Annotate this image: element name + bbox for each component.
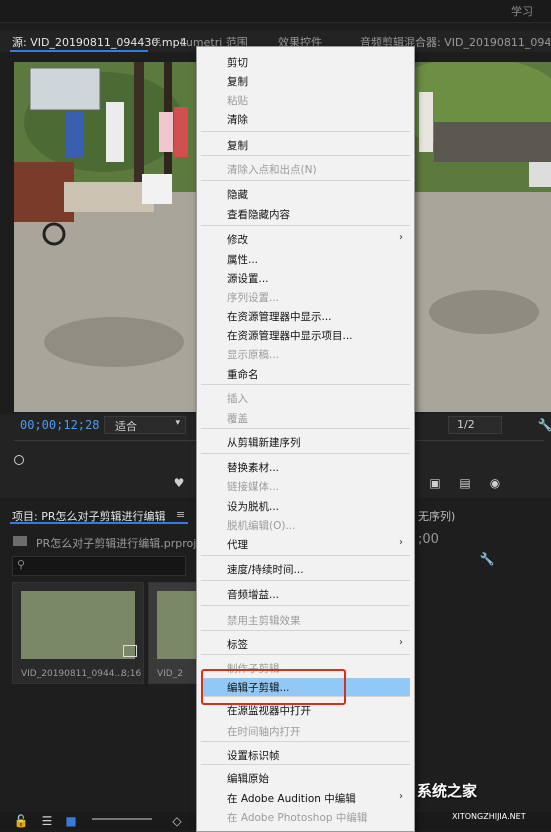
clip-name-2: VID_2 [157, 669, 183, 679]
menu-separator [201, 155, 410, 156]
clip-thumbnail-1[interactable]: VID_20190811_0944... 8;16 [12, 582, 144, 684]
menu-item-1[interactable]: 复制 [227, 74, 248, 89]
chevron-right-icon: › [399, 791, 403, 802]
watermark-logo-text: 系统之家 [417, 782, 478, 800]
project-search-input[interactable]: ⚲ [12, 556, 186, 576]
menu-separator [201, 384, 410, 385]
wrench-icon-timeline[interactable]: 🔧 [478, 552, 496, 566]
lock-icon[interactable]: 🔓 [12, 814, 30, 828]
menu-separator [201, 580, 410, 581]
menu-separator [201, 605, 410, 606]
menu-item-35: 在 Adobe Photoshop 中编辑 [227, 812, 368, 824]
zoom-slider[interactable] [92, 818, 152, 820]
camera-export-frame-icon[interactable]: ◉ [486, 476, 504, 490]
menu-item-10[interactable]: 源设置... [227, 271, 269, 286]
project-tab-underline [10, 522, 188, 524]
menu-separator [201, 741, 410, 742]
menu-item-33[interactable]: 编辑原始 [227, 771, 269, 786]
sort-icon[interactable]: ◇ [168, 814, 186, 828]
menu-item-23[interactable]: 代理 [227, 537, 248, 552]
menu-item-11: 序列设置... [227, 292, 280, 304]
clip-name: VID_20190811_0944... [21, 669, 124, 679]
menu-item-24[interactable]: 速度/持续时间... [227, 562, 304, 577]
menu-item-32[interactable]: 设置标识帧 [227, 748, 280, 763]
menu-item-34[interactable]: 在 Adobe Audition 中编辑 [227, 791, 356, 806]
clip-thumbnail-2[interactable]: VID_2 [148, 582, 198, 684]
chevron-right-icon: › [399, 637, 403, 648]
menu-separator [201, 453, 410, 454]
menu-item-5: 清除入点和出点(N) [227, 164, 317, 176]
menu-item-13[interactable]: 在资源管理器中显示项目... [227, 328, 353, 343]
menu-item-8[interactable]: 修改 [227, 232, 248, 247]
list-view-icon[interactable]: ☰ [38, 814, 56, 828]
menu-item-19[interactable]: 替换素材... [227, 460, 279, 475]
menu-item-16: 插入 [227, 393, 248, 405]
chevron-down-icon: ▾ [175, 418, 180, 428]
menu-item-6[interactable]: 隐藏 [227, 187, 248, 202]
menu-item-17: 覆盖 [227, 413, 248, 425]
workspace-learning-tab[interactable]: 学习 [511, 3, 533, 19]
menu-item-21[interactable]: 设为脱机... [227, 499, 279, 514]
zoom-fit-dropdown[interactable]: 适合 ▾ [104, 416, 186, 434]
playback-resolution-label: 1/2 [457, 418, 475, 431]
menu-separator [201, 131, 410, 132]
menu-item-27[interactable]: 标签 [227, 637, 248, 652]
menu-item-3[interactable]: 清除 [227, 112, 248, 127]
menu-item-20: 链接媒体... [227, 481, 280, 493]
menu-separator [201, 555, 410, 556]
sequence-timecode: ;00 [418, 532, 439, 547]
menu-item-14: 显示原稿... [227, 349, 280, 361]
chevron-right-icon: › [399, 232, 403, 243]
menu-item-15[interactable]: 重命名 [227, 367, 259, 382]
playhead-timecode[interactable]: 00;00;12;28 [20, 418, 99, 432]
menu-item-4[interactable]: 复制 [227, 138, 248, 153]
clip-thumbnail-image-2 [157, 591, 197, 659]
wrench-icon[interactable]: 🔧 [536, 418, 551, 432]
top-bar: 学习 [0, 0, 551, 23]
tab-source-menu-icon[interactable]: ≡ [152, 34, 161, 47]
menu-item-22: 脱机编辑(O)... [227, 520, 296, 532]
project-file-name: PR怎么对子剪辑进行编辑.prproj [36, 537, 197, 550]
playhead-handle[interactable] [14, 455, 24, 465]
watermark-url: XITONGZHIJIA.NET [452, 812, 526, 821]
menu-item-12[interactable]: 在资源管理器中显示... [227, 309, 332, 324]
menu-separator [201, 225, 410, 226]
zoom-fit-label: 适合 [115, 420, 137, 433]
menu-item-9[interactable]: 属性... [227, 252, 258, 267]
folder-icon [13, 536, 27, 546]
menu-separator [201, 428, 410, 429]
context-menu: 剪切 复制 粘贴 清除 复制 清除入点和出点(N) 隐藏 查看隐藏内容 修改 › 属性... 源设置.… [196, 46, 415, 832]
insert-icon[interactable]: ▣ [426, 476, 444, 490]
menu-item-25[interactable]: 音频增益... [227, 587, 279, 602]
clip-thumbnail-image [21, 591, 135, 659]
menu-separator [201, 764, 410, 765]
overwrite-icon[interactable]: ▤ [456, 476, 474, 490]
menu-separator [201, 180, 410, 181]
active-tab-underline [10, 50, 148, 52]
project-menu-icon[interactable]: ≡ [176, 508, 185, 521]
menu-item-0[interactable]: 剪切 [227, 55, 248, 70]
clip-type-icon [123, 645, 137, 657]
menu-item-18[interactable]: 从剪辑新建序列 [227, 435, 301, 450]
menu-item-26: 禁用主剪辑效果 [227, 615, 301, 627]
clip-duration: 8;16 [121, 669, 142, 679]
menu-item-2: 粘贴 [227, 95, 248, 107]
playback-resolution-dropdown[interactable]: 1/2 [448, 416, 502, 434]
menu-separator [201, 654, 410, 655]
sequence-label: 无序列) [418, 510, 456, 523]
chevron-right-icon: › [399, 537, 403, 548]
menu-separator [201, 630, 410, 631]
menu-item-30[interactable]: 在源监视器中打开 [227, 703, 311, 718]
menu-item-31: 在时间轴内打开 [227, 726, 301, 738]
menu-item-7[interactable]: 查看隐藏内容 [227, 207, 290, 222]
icon-view-icon[interactable]: ■ [62, 814, 80, 828]
add-marker-icon[interactable]: ♥ [170, 476, 188, 490]
search-icon: ⚲ [17, 558, 26, 571]
annotation-red-box [201, 669, 346, 705]
